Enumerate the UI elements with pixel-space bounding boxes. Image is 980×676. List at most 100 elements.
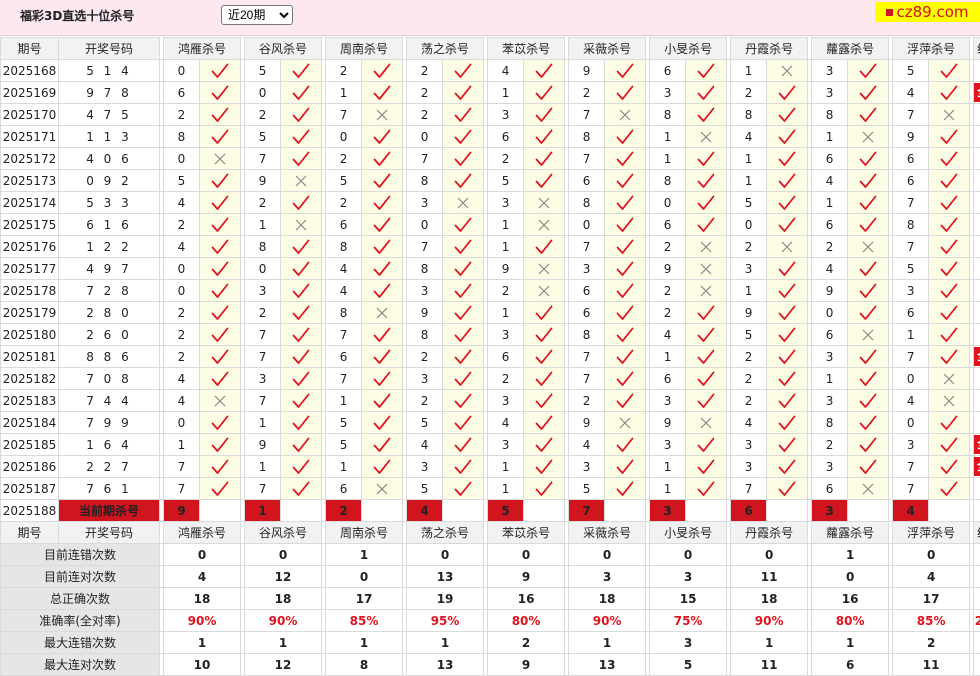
result-mark-cell — [767, 324, 808, 346]
col-expert[interactable]: 丹霞杀号 — [731, 38, 808, 60]
kill-number-cell: 4 — [164, 368, 200, 390]
all-correct-badge: 全对 — [974, 435, 980, 454]
kill-number-cell: 2 — [164, 302, 200, 324]
kill-number-cell: 0 — [569, 214, 605, 236]
check-icon — [697, 217, 715, 233]
kill-number-cell: 2 — [731, 236, 767, 258]
result-mark-cell — [281, 258, 322, 280]
row-stat-cell: 8 — [974, 126, 980, 148]
blank-cell — [200, 500, 241, 522]
cross-icon — [618, 416, 632, 430]
col-expert[interactable]: 鸿雁杀号 — [164, 522, 241, 544]
col-expert[interactable]: 采薇杀号 — [569, 522, 646, 544]
result-mark-cell — [524, 148, 565, 170]
col-expert[interactable]: 谷风杀号 — [245, 38, 322, 60]
check-icon — [859, 415, 877, 431]
col-expert[interactable]: 浮萍杀号 — [893, 38, 970, 60]
stat-row: 准确率(全对率)90%90%85%95%80%90%75%90%80%85%20… — [1, 610, 980, 632]
kill-number-cell: 3 — [731, 258, 767, 280]
check-icon — [859, 437, 877, 453]
kill-number-cell: 8 — [326, 236, 362, 258]
check-icon — [778, 371, 796, 387]
col-expert[interactable]: 蘿露杀号 — [812, 38, 889, 60]
kill-number-cell: 3 — [407, 456, 443, 478]
site-logo[interactable]: cz89.com — [875, 2, 980, 22]
issue-cell: 2025179 — [1, 302, 59, 324]
check-icon — [859, 393, 877, 409]
col-expert[interactable]: 周南杀号 — [326, 38, 403, 60]
kill-number-cell: 4 — [164, 236, 200, 258]
check-icon — [454, 393, 472, 409]
kill-number-cell: 0 — [407, 126, 443, 148]
result-mark-cell — [929, 148, 970, 170]
stat-value: 3 — [569, 566, 646, 588]
stat-value: 0 — [731, 544, 808, 566]
issue-cell: 2025181 — [1, 346, 59, 368]
col-expert[interactable]: 周南杀号 — [326, 522, 403, 544]
col-expert[interactable]: 荡之杀号 — [407, 38, 484, 60]
kill-number-cell: 9 — [488, 258, 524, 280]
check-icon — [535, 85, 553, 101]
stat-value: 11 — [731, 654, 808, 676]
period-select[interactable]: 近20期 — [221, 5, 293, 25]
result-mark-cell — [524, 434, 565, 456]
check-icon — [373, 327, 391, 343]
col-expert[interactable]: 丹霞杀号 — [731, 522, 808, 544]
col-expert[interactable]: 浮萍杀号 — [893, 522, 970, 544]
result-mark-cell — [605, 170, 646, 192]
draw-number-cell: 4 0 6 — [59, 148, 160, 170]
col-expert[interactable]: 蘿露杀号 — [812, 522, 889, 544]
stat-value: 17 — [893, 588, 970, 610]
col-expert[interactable]: 鸿雁杀号 — [164, 38, 241, 60]
col-expert[interactable]: 采薇杀号 — [569, 38, 646, 60]
kill-number-cell: 7 — [893, 236, 929, 258]
kill-number-cell: 8 — [164, 126, 200, 148]
check-icon — [211, 63, 229, 79]
result-mark-cell — [443, 104, 484, 126]
check-icon — [778, 261, 796, 277]
kill-number-cell: 7 — [164, 478, 200, 500]
result-mark-cell — [362, 148, 403, 170]
stat-value: 13 — [569, 654, 646, 676]
col-expert[interactable]: 荡之杀号 — [407, 522, 484, 544]
kill-number-cell: 3 — [812, 346, 848, 368]
kill-number-cell: 2 — [326, 192, 362, 214]
col-expert[interactable]: 小旻杀号 — [650, 522, 727, 544]
check-icon — [616, 63, 634, 79]
result-mark-cell — [929, 368, 970, 390]
current-kill-number: 2 — [326, 500, 362, 522]
stat-total: 11 — [974, 654, 980, 676]
stat-value: 13 — [407, 566, 484, 588]
check-icon — [535, 459, 553, 475]
kill-number-cell: 5 — [731, 192, 767, 214]
kill-number-cell: 7 — [569, 346, 605, 368]
stat-value: 18 — [245, 588, 322, 610]
kill-number-cell: 0 — [164, 280, 200, 302]
kill-number-cell: 1 — [488, 236, 524, 258]
col-expert[interactable]: 谷风杀号 — [245, 522, 322, 544]
stat-value: 90% — [164, 610, 241, 632]
stat-value: 15 — [650, 588, 727, 610]
col-expert[interactable]: 苯苡杀号 — [488, 522, 565, 544]
result-mark-cell — [686, 82, 727, 104]
check-icon — [616, 239, 634, 255]
col-expert[interactable]: 小旻杀号 — [650, 38, 727, 60]
stat-row: 目前连错次数00100000101 — [1, 544, 980, 566]
col-expert[interactable]: 苯苡杀号 — [488, 38, 565, 60]
check-icon — [940, 349, 958, 365]
issue-cell: 2025185 — [1, 434, 59, 456]
stat-value: 19 — [407, 588, 484, 610]
kill-number-cell: 3 — [407, 280, 443, 302]
result-mark-cell — [605, 324, 646, 346]
result-mark-cell — [281, 434, 322, 456]
stat-value: 80% — [488, 610, 565, 632]
result-mark-cell — [767, 126, 808, 148]
stat-value: 18 — [569, 588, 646, 610]
result-mark-cell — [848, 302, 889, 324]
issue-cell: 2025184 — [1, 412, 59, 434]
result-mark-cell — [524, 192, 565, 214]
stat-value: 11 — [893, 654, 970, 676]
check-icon — [373, 349, 391, 365]
result-mark-cell — [686, 148, 727, 170]
check-icon — [211, 459, 229, 475]
